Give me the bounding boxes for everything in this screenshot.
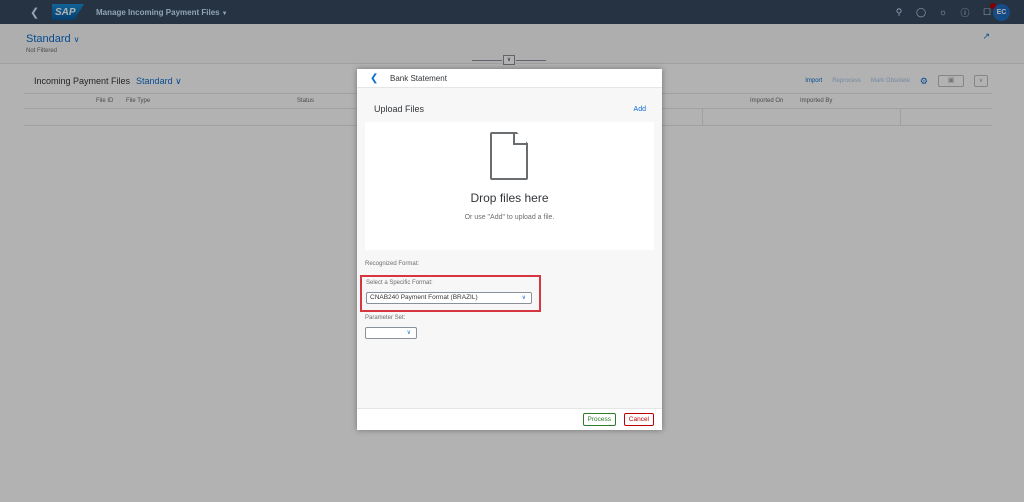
specific-format-value: CNAB240 Payment Format (BRAZIL) (370, 294, 478, 301)
dialog-header: ❮ Bank Statement (357, 69, 662, 88)
file-drop-zone[interactable]: Drop files here Or use "Add" to upload a… (365, 122, 654, 250)
upload-header: Upload Files Add (365, 99, 654, 121)
drop-title: Drop files here (470, 191, 549, 205)
drop-subtitle: Or use "Add" to upload a file. (464, 214, 555, 221)
process-button[interactable]: Process (582, 413, 616, 426)
chevron-down-icon: ∨ (521, 295, 526, 301)
recognized-format-label: Recognized Format: (365, 261, 420, 267)
bank-statement-dialog: ❮ Bank Statement Upload Files Add Drop f… (357, 69, 662, 430)
dialog-back-icon[interactable]: ❮ (370, 73, 380, 84)
add-file-button[interactable]: Add (634, 106, 646, 113)
dialog-title: Bank Statement (390, 73, 447, 83)
upload-title: Upload Files (374, 104, 425, 114)
parameter-set-label: Parameter Set: (365, 315, 406, 321)
cancel-button[interactable]: Cancel (623, 413, 654, 426)
document-fold (513, 132, 528, 145)
dialog-footer: Process Cancel (357, 408, 662, 430)
parameter-set-select[interactable]: ∨ (365, 327, 417, 339)
chevron-down-icon: ∨ (406, 330, 411, 336)
specific-format-select[interactable]: CNAB240 Payment Format (BRAZIL) ∨ (366, 292, 532, 304)
specific-format-label: Select a Specific Format: (366, 280, 433, 286)
